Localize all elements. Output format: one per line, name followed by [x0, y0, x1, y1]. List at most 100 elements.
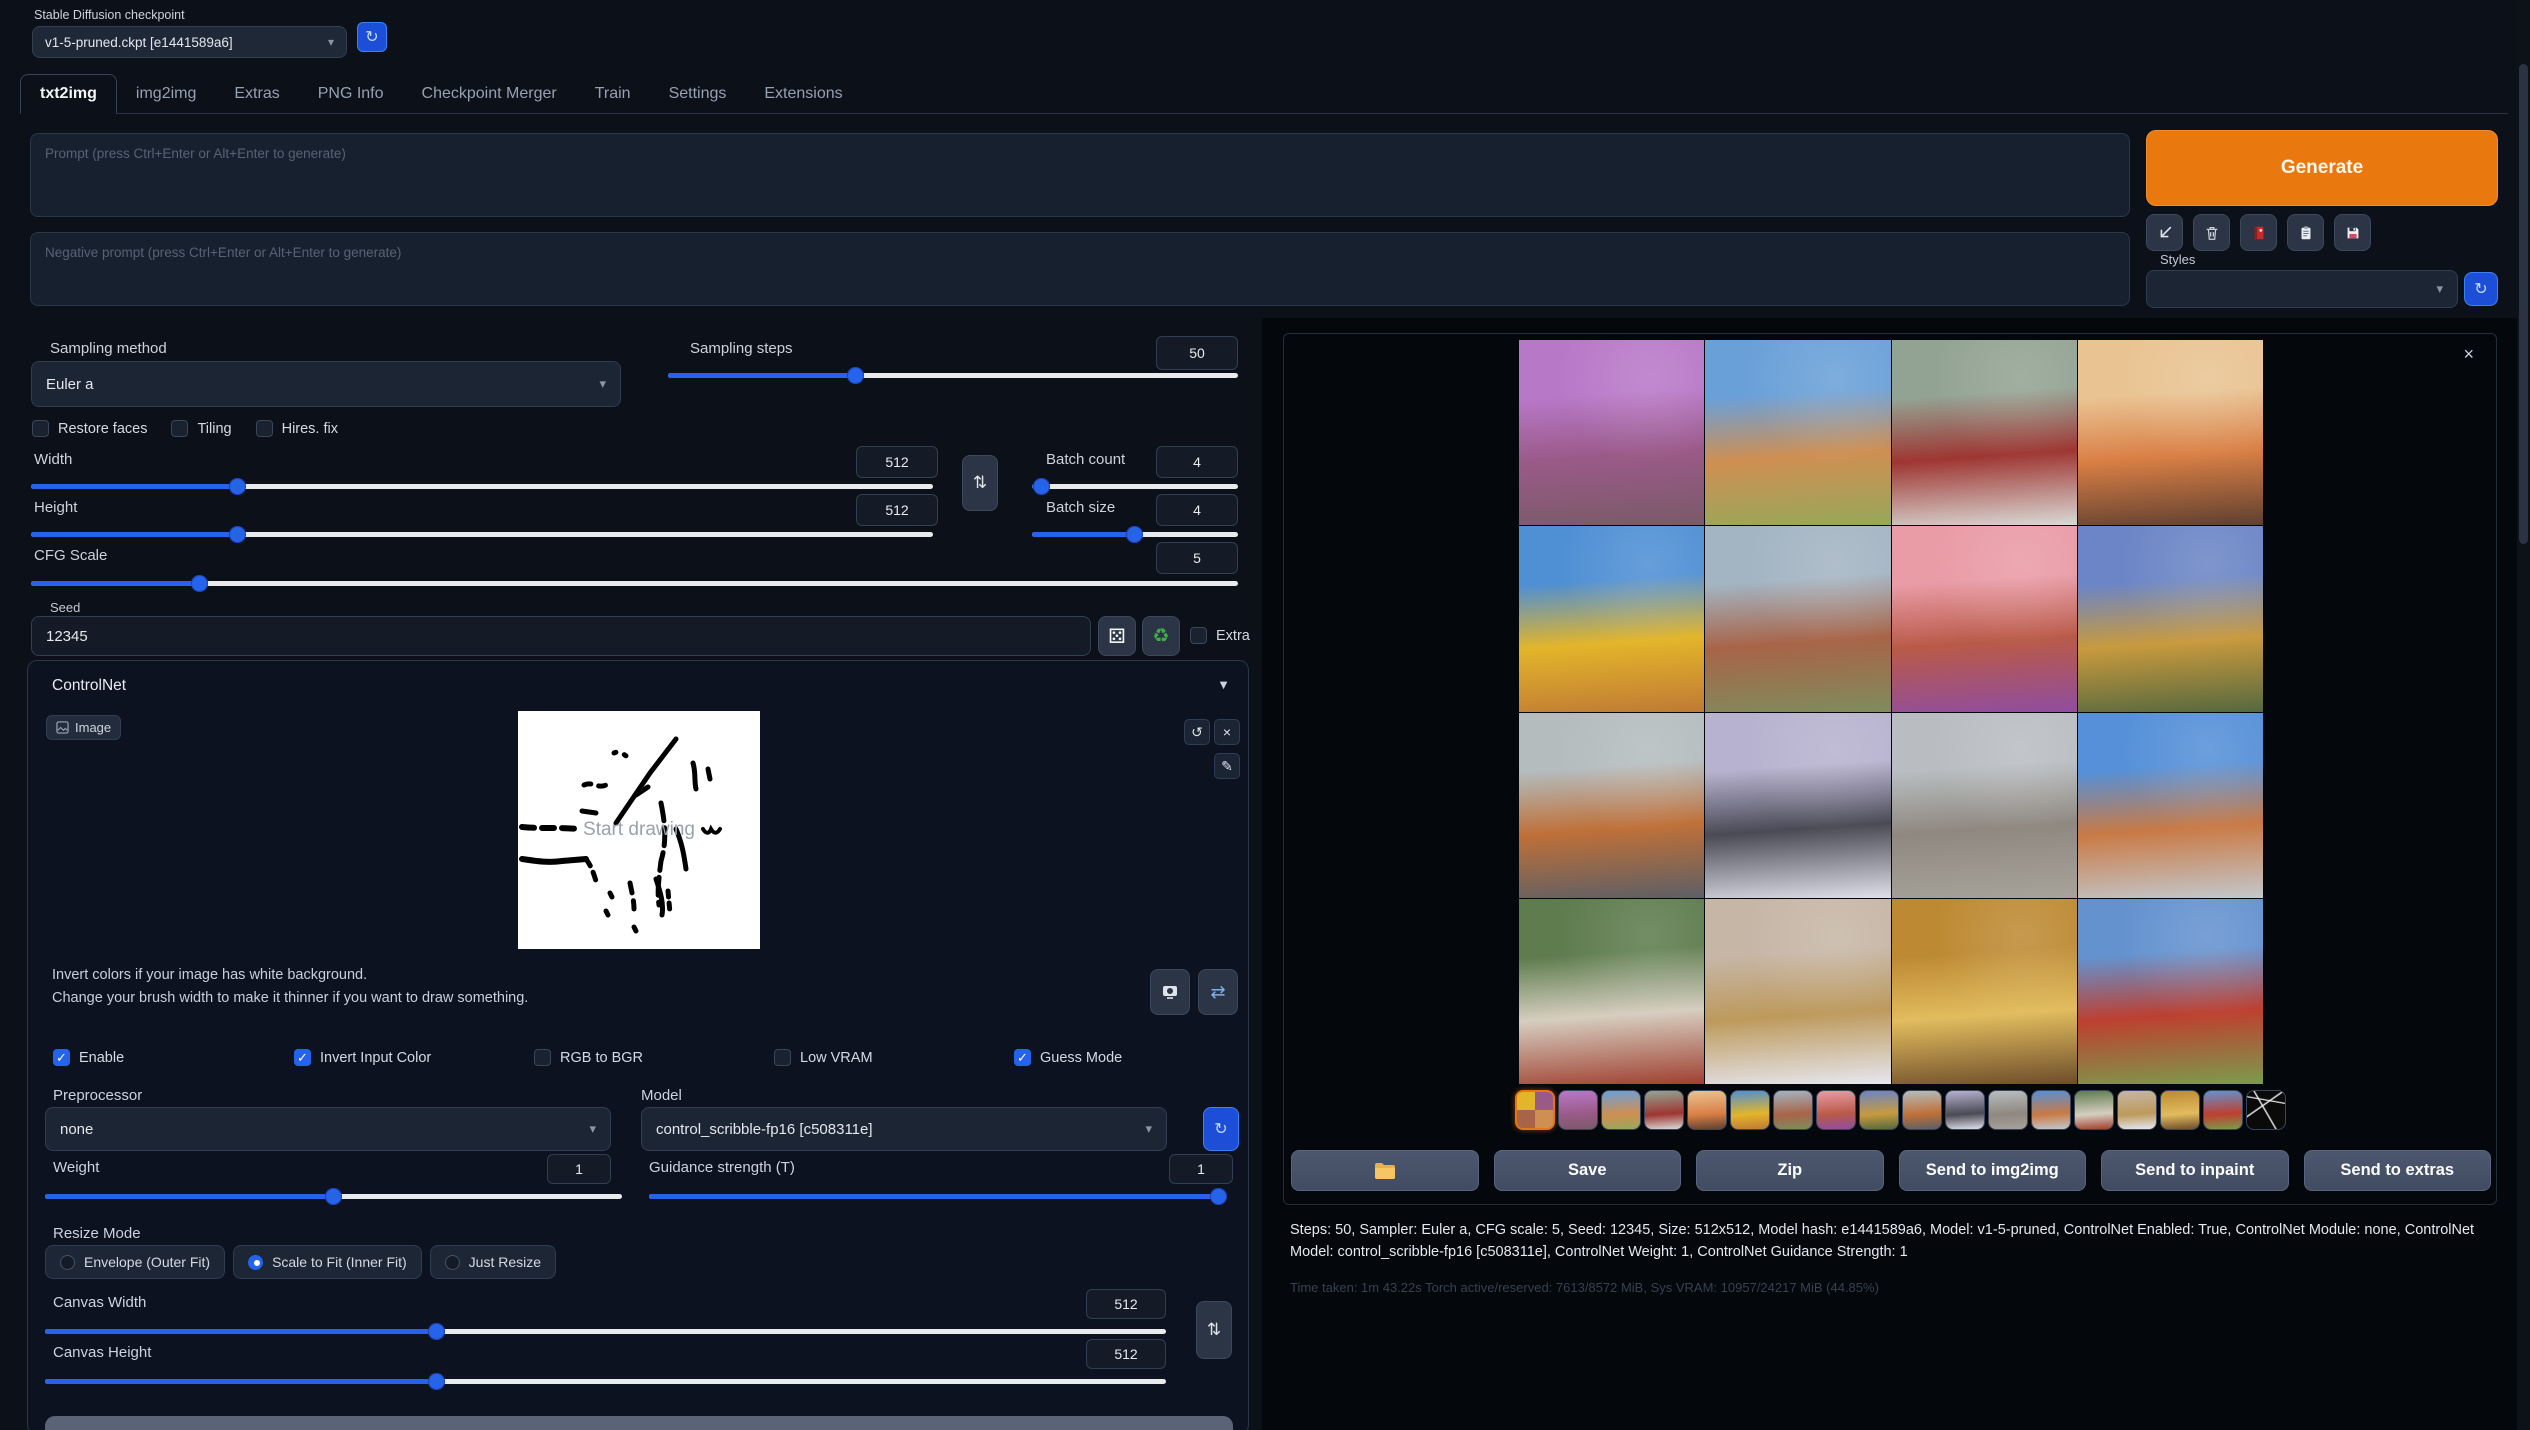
apply-styles-button[interactable]	[2287, 214, 2324, 251]
thumbnail-10[interactable]	[1945, 1090, 1985, 1130]
slider-handle[interactable]	[1210, 1188, 1227, 1205]
slider-handle[interactable]	[428, 1373, 445, 1390]
scrollbar-thumb[interactable]	[2519, 64, 2528, 544]
thumbnail-6[interactable]	[1773, 1090, 1813, 1130]
tab-image[interactable]: Image	[46, 715, 121, 740]
canvas-width-slider[interactable]	[45, 1322, 1166, 1340]
create-canvas-button[interactable]	[45, 1416, 1233, 1430]
open-folder-button[interactable]	[1291, 1150, 1479, 1191]
cfg-scale-slider[interactable]	[31, 574, 1238, 592]
cfg-scale-input[interactable]	[1156, 542, 1238, 574]
mirror-webcam-button[interactable]: ⇄	[1198, 969, 1238, 1015]
model-refresh-button[interactable]: ↻	[1203, 1107, 1239, 1151]
swap-width-height-button[interactable]: ⇅	[962, 455, 998, 511]
slider-handle[interactable]	[1126, 526, 1143, 543]
canvas-height-input[interactable]	[1086, 1339, 1166, 1369]
rgb-to-bgr-checkbox[interactable]: RGB to BGR	[534, 1049, 643, 1066]
canvas-width-input[interactable]	[1086, 1289, 1166, 1319]
restore-faces-checkbox[interactable]: Restore faces	[32, 420, 147, 437]
send-to-inpaint-button[interactable]: Send to inpaint	[2101, 1150, 2289, 1191]
clear-prompt-button[interactable]	[2193, 214, 2230, 251]
thumbnail-grid-preview[interactable]	[1515, 1090, 1555, 1130]
weight-input[interactable]	[547, 1154, 611, 1184]
slider-track[interactable]	[649, 1194, 1219, 1199]
slider-track[interactable]	[45, 1329, 1166, 1334]
seed-input[interactable]	[31, 616, 1091, 656]
styles-refresh-button[interactable]: ↻	[2464, 272, 2498, 306]
tab-Settings[interactable]: Settings	[650, 75, 746, 113]
thumbnail-4[interactable]	[1687, 1090, 1727, 1130]
zip-button[interactable]: Zip	[1696, 1150, 1884, 1191]
tab-Train[interactable]: Train	[576, 75, 650, 113]
collapse-icon[interactable]: ▼	[1217, 677, 1230, 692]
thumbnail-5[interactable]	[1730, 1090, 1770, 1130]
random-seed-button[interactable]: ⚄	[1098, 616, 1136, 656]
styles-dropdown[interactable]: ▾	[2146, 270, 2458, 308]
height-input[interactable]	[856, 494, 938, 526]
gallery-close-icon[interactable]: ×	[2463, 344, 2474, 365]
invert-input-color-checkbox[interactable]: ✓Invert Input Color	[294, 1049, 431, 1066]
slider-handle[interactable]	[229, 478, 246, 495]
negative-prompt-input[interactable]	[30, 232, 2130, 306]
thumbnail-13[interactable]	[2074, 1090, 2114, 1130]
read-generation-params-button[interactable]	[2146, 214, 2183, 251]
generated-image-8[interactable]	[2078, 526, 2263, 711]
save-style-button[interactable]	[2334, 214, 2371, 251]
checkpoint-refresh-button[interactable]: ↻	[357, 22, 387, 52]
resize-option-envelope-outer-fit-[interactable]: Envelope (Outer Fit)	[45, 1245, 225, 1279]
thumbnail-15[interactable]	[2160, 1090, 2200, 1130]
batch-size-input[interactable]	[1156, 494, 1238, 526]
generated-image-2[interactable]	[1705, 340, 1890, 525]
slider-track[interactable]	[31, 532, 933, 537]
hires-fix-checkbox[interactable]: Hires. fix	[256, 420, 338, 437]
generated-image-14[interactable]	[1705, 899, 1890, 1084]
controlnet-canvas[interactable]: Start drawing	[518, 711, 760, 949]
thumbnail-9[interactable]	[1902, 1090, 1942, 1130]
low-vram-checkbox[interactable]: Low VRAM	[774, 1049, 873, 1066]
thumbnail-1[interactable]	[1558, 1090, 1598, 1130]
thumbnail-8[interactable]	[1859, 1090, 1899, 1130]
checkpoint-dropdown[interactable]: v1-5-pruned.ckpt [e1441589a6] ▾	[32, 26, 347, 58]
guidance-strength-input[interactable]	[1169, 1154, 1233, 1184]
style-book-button[interactable]	[2240, 214, 2277, 251]
generated-image-5[interactable]	[1519, 526, 1704, 711]
generate-button[interactable]: Generate	[2146, 130, 2498, 206]
generated-image-15[interactable]	[1892, 899, 2077, 1084]
generated-image-6[interactable]	[1705, 526, 1890, 711]
clear-canvas-button[interactable]: ×	[1214, 719, 1240, 745]
sampling-steps-input[interactable]	[1156, 336, 1238, 370]
seed-extra-checkbox[interactable]: Extra	[1190, 627, 1250, 644]
page-scrollbar[interactable]	[2517, 0, 2530, 1430]
enable-checkbox[interactable]: ✓Enable	[53, 1049, 124, 1066]
tab-PNG Info[interactable]: PNG Info	[299, 75, 403, 113]
resize-option-just-resize[interactable]: Just Resize	[430, 1245, 556, 1279]
webcam-button[interactable]	[1150, 969, 1190, 1015]
slider-track[interactable]	[1032, 484, 1238, 489]
thumbnail-14[interactable]	[2117, 1090, 2157, 1130]
slider-handle[interactable]	[229, 526, 246, 543]
sampling-steps-slider[interactable]	[668, 366, 1238, 384]
generated-image-10[interactable]	[1705, 713, 1890, 898]
generated-image-13[interactable]	[1519, 899, 1704, 1084]
slider-handle[interactable]	[1033, 478, 1050, 495]
resize-option-scale-to-fit-inner-fit-[interactable]: Scale to Fit (Inner Fit)	[233, 1245, 422, 1279]
preprocessor-dropdown[interactable]: none ▾	[45, 1107, 611, 1151]
thumbnail-7[interactable]	[1816, 1090, 1856, 1130]
tab-txt2img[interactable]: txt2img	[20, 74, 117, 114]
slider-track[interactable]	[31, 581, 1238, 586]
thumbnail-scribble[interactable]	[2246, 1090, 2286, 1130]
thumbnail-2[interactable]	[1601, 1090, 1641, 1130]
sampling-method-dropdown[interactable]: Euler a ▾	[31, 361, 621, 407]
slider-handle[interactable]	[325, 1188, 342, 1205]
generated-image-3[interactable]	[1892, 340, 2077, 525]
slider-handle[interactable]	[191, 575, 208, 592]
batch-size-slider[interactable]	[1032, 525, 1238, 543]
undo-button[interactable]: ↺	[1184, 719, 1210, 745]
save-button[interactable]: Save	[1494, 1150, 1682, 1191]
tab-Extras[interactable]: Extras	[215, 75, 298, 113]
generated-image-9[interactable]	[1519, 713, 1704, 898]
tab-img2img[interactable]: img2img	[117, 75, 215, 113]
generated-image-7[interactable]	[1892, 526, 2077, 711]
slider-handle[interactable]	[847, 367, 864, 384]
height-slider[interactable]	[31, 525, 933, 543]
